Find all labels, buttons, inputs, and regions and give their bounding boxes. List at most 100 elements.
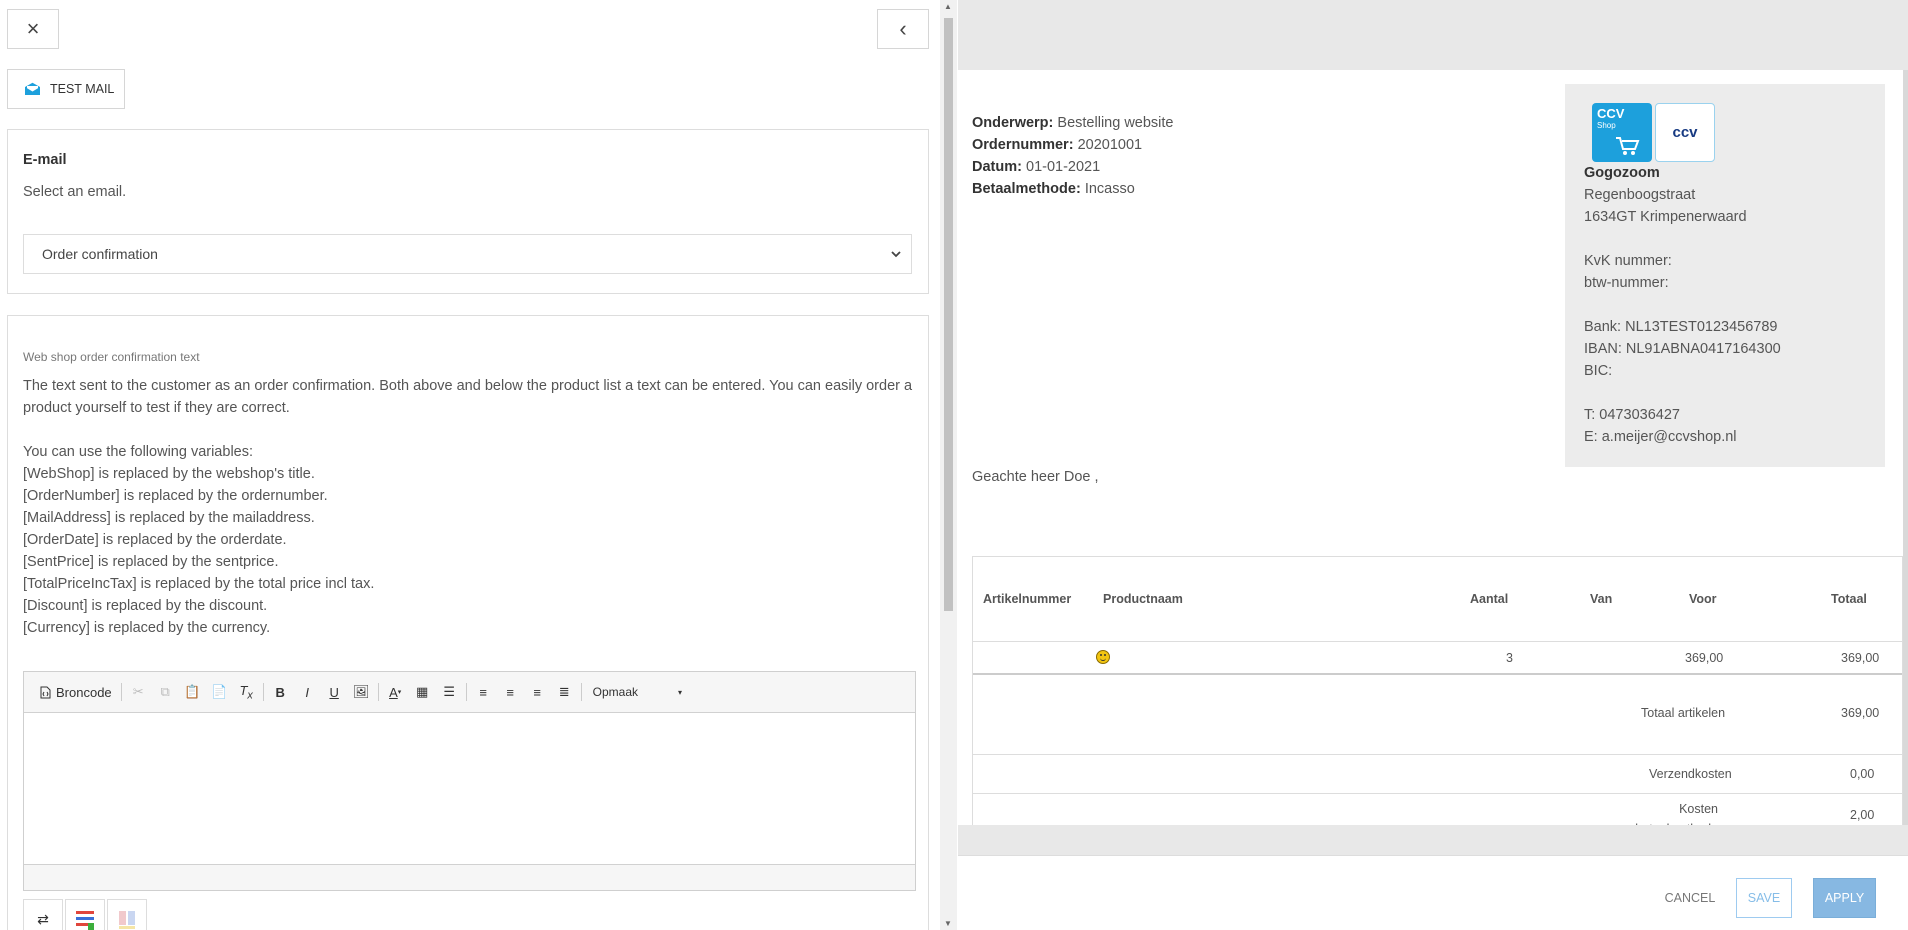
source-code-label: Broncode [56, 684, 112, 700]
ccv-logo-text: ccv [1672, 124, 1698, 141]
logo-title: CCV [1597, 106, 1625, 121]
row-total: 369,00 [1841, 651, 1880, 665]
align-right-button[interactable]: ≡ [524, 679, 551, 705]
meta-row: Onderwerp: Bestelling website [972, 115, 1174, 131]
bold-icon: B [275, 684, 285, 700]
footer-actions: CANCEL SAVE APPLY [958, 855, 1908, 930]
close-icon: × [26, 16, 40, 41]
company-email: E: a.meijer@ccvshop.nl [1584, 429, 1737, 445]
format-dropdown[interactable]: Opmaak ▾ [585, 679, 690, 705]
description-text: The text sent to the customer as an orde… [23, 378, 913, 416]
align-center-button[interactable]: ≡ [497, 679, 524, 705]
table-icon: ▦ [416, 684, 429, 699]
toolbar-divider [262, 683, 264, 701]
align-center-icon: ≡ [506, 684, 514, 700]
meta-label: Ordernummer [972, 137, 1069, 153]
preview-scrollbar[interactable] [1903, 70, 1908, 825]
remove-format-button[interactable]: Tx [233, 679, 260, 705]
copy-icon: ⧉ [160, 684, 170, 699]
envelope-icon [25, 82, 40, 95]
table-button[interactable]: ▦ [409, 679, 436, 705]
email-card: E-mail Select an email. Order confirmati… [7, 129, 929, 294]
underline-button[interactable]: U [321, 679, 348, 705]
toolbar-divider [377, 683, 379, 701]
company-iban: IBAN: NL91ABNA0417164300 [1584, 341, 1781, 357]
text-color-button[interactable]: A ▾ [382, 679, 409, 705]
settings-panel: × ‹ TEST MAIL E-mail Select an email. Or… [0, 0, 940, 930]
scrollbar-thumb[interactable] [1903, 70, 1908, 825]
preview-bottom-bar [958, 825, 1908, 855]
company-info-box: CCV Shop ccv Gogozoom Regenboogstraat 16… [1565, 84, 1885, 467]
clipboard-text-icon: 📄 [211, 684, 228, 699]
confirmation-text-card: Web shop order confirmation text The tex… [7, 315, 929, 930]
scrollbar-thumb[interactable] [944, 18, 953, 611]
collapse-panel-button[interactable]: ‹ [877, 9, 929, 49]
template-alt-button[interactable] [107, 899, 147, 930]
paste-button[interactable]: 📋 [179, 679, 206, 705]
totals-label: Totaal artikelen [1641, 706, 1726, 720]
totals-value: 369,00 [1841, 706, 1880, 720]
order-table: Artikelnummer Productnaam Aantal Van Voo… [972, 556, 1903, 825]
email-preview: Onderwerp: Bestelling website Ordernumme… [958, 70, 1903, 825]
swap-arrows-icon: ⇄ [37, 910, 49, 927]
chevron-down-icon [891, 251, 901, 258]
email-select[interactable]: Order confirmation [23, 234, 912, 274]
company-street: Regenboogstraat [1584, 187, 1696, 203]
text-color-icon: A [389, 684, 398, 700]
template-icon [76, 911, 94, 930]
source-code-button[interactable]: Broncode [34, 679, 118, 705]
scroll-down-icon[interactable]: ▼ [944, 919, 952, 928]
company-bic: BIC: [1584, 363, 1613, 379]
rich-text-editor: Broncode ✂ ⧉ 📋 📄 Tx B I U 🖼 A▾ ▦ ☰ ≡ ≡ [23, 671, 916, 891]
table-row: 3 369,00 369,00 [973, 642, 1902, 675]
test-mail-label: TEST MAIL [50, 82, 115, 96]
clipboard-icon: 📋 [184, 684, 201, 699]
image-button[interactable]: 🖼 [348, 679, 375, 705]
save-button[interactable]: SAVE [1736, 878, 1792, 918]
scroll-up-icon[interactable]: ▲ [944, 2, 952, 11]
bold-button[interactable]: B [267, 679, 294, 705]
meta-label: Onderwerp [972, 115, 1049, 131]
left-panel-scrollbar[interactable]: ▲ ▼ [940, 0, 957, 930]
variable-line: [OrderDate] is replaced by the orderdate… [23, 532, 287, 548]
ccv-logo: ccv [1655, 103, 1715, 162]
source-code-icon [40, 686, 51, 698]
cut-button[interactable]: ✂ [125, 679, 152, 705]
confirmation-text-description: The text sent to the customer as an orde… [23, 375, 913, 639]
company-btw: btw-nummer: [1584, 275, 1669, 291]
test-mail-button[interactable]: TEST MAIL [7, 69, 125, 109]
variables-intro: You can use the following variables: [23, 444, 254, 460]
email-select-value: Order confirmation [42, 246, 158, 262]
meta-label: Betaalmethode [972, 181, 1076, 197]
meta-value: 01-01-2021 [1026, 159, 1101, 175]
company-city: 1634GT Krimpenerwaard [1584, 209, 1747, 225]
apply-button[interactable]: APPLY [1813, 878, 1876, 918]
align-left-button[interactable]: ≡ [470, 679, 497, 705]
logo-subtitle: Shop [1597, 121, 1616, 130]
meta-label: Datum [972, 159, 1018, 175]
editor-statusbar [24, 864, 915, 890]
cancel-button[interactable]: CANCEL [1660, 878, 1720, 918]
bullet-list-button[interactable]: ☰ [436, 679, 463, 705]
table-header: Artikelnummer Productnaam Aantal Van Voo… [973, 557, 1902, 642]
editor-content-area[interactable] [24, 713, 915, 864]
italic-icon: I [305, 684, 309, 700]
close-button[interactable]: × [7, 9, 59, 49]
italic-button[interactable]: I [294, 679, 321, 705]
logos: CCV Shop ccv [1592, 103, 1715, 162]
order-meta: Onderwerp: Bestelling website Ordernumme… [972, 112, 1174, 200]
swap-button[interactable]: ⇄ [23, 899, 63, 930]
paste-text-button[interactable]: 📄 [206, 679, 233, 705]
justify-button[interactable]: ≣ [551, 679, 578, 705]
col-from: Van [1590, 592, 1613, 606]
col-article-number: Artikelnummer [983, 592, 1072, 606]
row-quantity: 3 [1506, 651, 1513, 665]
caret-down-icon: ▾ [678, 687, 683, 697]
format-dropdown-label: Opmaak [592, 685, 639, 699]
copy-button[interactable]: ⧉ [152, 679, 179, 705]
template-button[interactable] [65, 899, 105, 930]
confirmation-text-title: Web shop order confirmation text [23, 350, 200, 364]
col-total: Totaal [1831, 592, 1867, 606]
